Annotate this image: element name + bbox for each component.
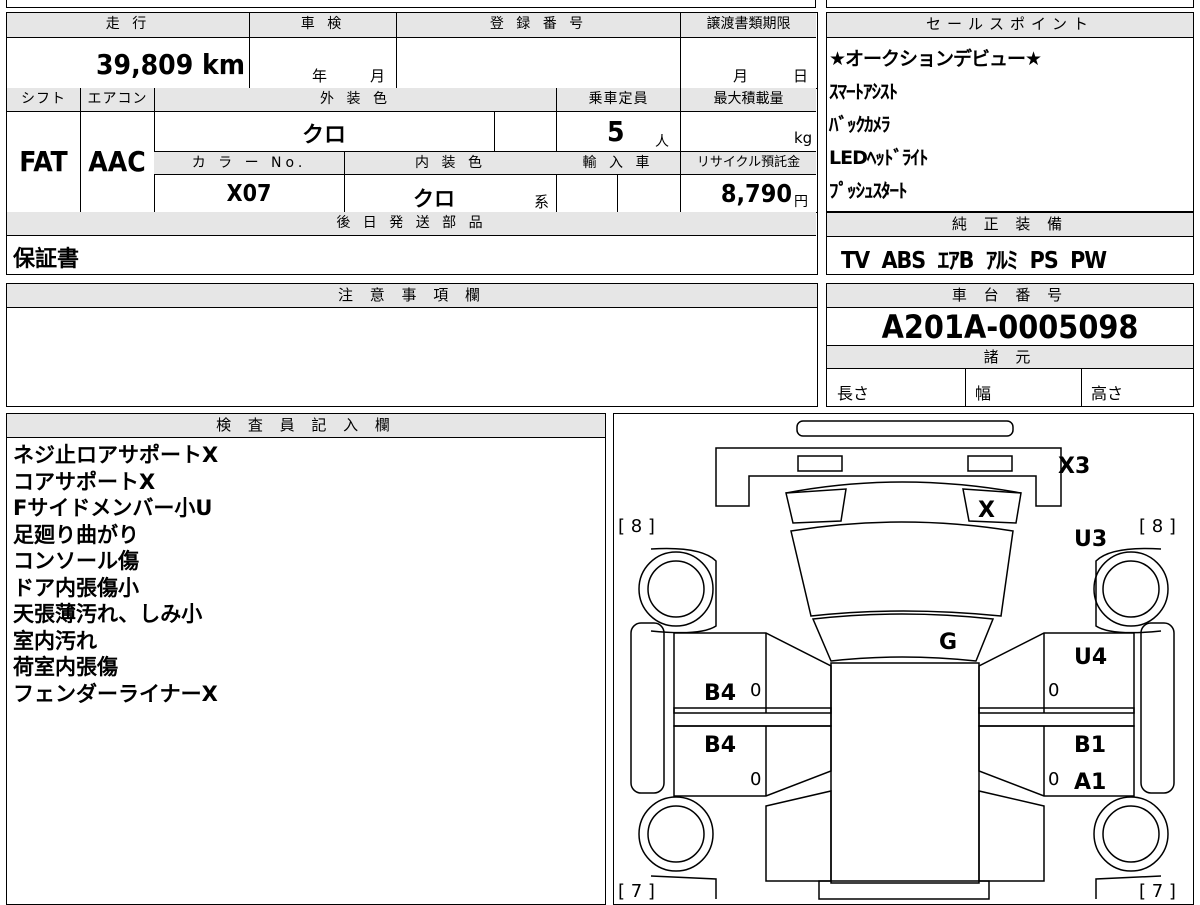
mileage-header: 走 行 <box>7 13 249 38</box>
remark-line: 室内汚れ <box>13 628 97 653</box>
shift-value: FAT <box>19 145 68 178</box>
spec-width-label: 幅 <box>975 384 992 403</box>
registration-header: 登 録 番 号 <box>396 13 680 38</box>
shift-header: シフト <box>7 88 80 112</box>
transfer-month: 月 <box>733 67 749 85</box>
notes-box: 注 意 事 項 欄 <box>6 283 818 407</box>
damage-code-left-rear-door: B4 <box>704 733 736 758</box>
sales-points-box: セールスポイント ★オークションデビュー★ ｽﾏｰﾄｱｼｽﾄ ﾊﾞｯｸｶﾒﾗ L… <box>826 12 1194 212</box>
chassis-header: 車 台 番 号 <box>827 284 1193 308</box>
equipment-box: 純 正 装 備 TV ABS ｴｱB ｱﾙﾐ PS PW <box>826 212 1194 275</box>
capacity-value: 5 <box>607 115 625 148</box>
interior-color-value: クロ <box>413 187 455 211</box>
remark-line: ドア内張傷小 <box>13 575 139 600</box>
remark-line: フェンダーライナーX <box>13 681 218 706</box>
chassis-box: 車 台 番 号 A201A-0005098 諸 元 長さ 幅 高さ <box>826 283 1194 407</box>
remark-line: 足廻り曲がり <box>13 522 139 547</box>
capacity-header: 乗車定員 <box>556 88 680 112</box>
damage-code-front-bumper: X3 <box>1058 454 1090 479</box>
capacity-unit: 人 <box>655 134 669 150</box>
sales-point-item: ﾊﾞｯｸｶﾒﾗ <box>829 114 891 136</box>
later-parts-header: 後 日 発 送 部 品 <box>7 212 816 236</box>
remark-line: コンソール傷 <box>13 549 139 573</box>
equipment-value: TV ABS ｴｱB ｱﾙﾐ PS PW <box>841 248 1107 274</box>
damage-code-right-rear-door-b: B1 <box>1074 733 1106 758</box>
rear-right-tire-depth: [ 7 ] <box>1139 881 1176 902</box>
ac-value: AAC <box>88 145 146 178</box>
inspection-header: 車 検 <box>249 13 396 38</box>
spec-length-label: 長さ <box>837 384 870 403</box>
max-load-header: 最大積載量 <box>680 88 816 112</box>
recycle-fee-unit: 円 <box>794 194 808 210</box>
sales-point-item: ★オークションデビュー★ <box>829 48 1042 70</box>
remark-line: 荷室内張傷 <box>13 655 118 679</box>
sales-points-header: セールスポイント <box>827 13 1193 38</box>
notes-header: 注 意 事 項 欄 <box>7 284 817 308</box>
exterior-color-value: クロ <box>301 123 346 148</box>
interior-color-header: 内 装 色 <box>344 151 556 175</box>
front-right-tire-depth: [ 8 ] <box>1139 516 1176 537</box>
inspector-remarks-list: ネジ止ロアサポートX コアサポートX Fサイドメンバー小U 足廻り曲がり コンソ… <box>13 442 218 707</box>
damage-diagram-box: [ 8 ] [ 8 ] [ 7 ] [ 7 ] X3 X U3 G U4 B4 … <box>613 413 1194 905</box>
transfer-day: 日 <box>793 67 809 85</box>
remark-line: ネジ止ロアサポートX <box>13 443 219 467</box>
car-diagram: [ 8 ] [ 8 ] [ 7 ] [ 7 ] X3 X U3 G U4 B4 … <box>618 420 1176 902</box>
mileage-value: 39,809 km <box>96 48 245 81</box>
front-left-tire-depth: [ 8 ] <box>618 516 655 537</box>
remark-line: Fサイドメンバー小U <box>13 496 213 520</box>
ac-header: エアコン <box>80 88 154 112</box>
color-no-value: X07 <box>226 181 272 207</box>
damage-code-right-fender: U3 <box>1074 527 1107 552</box>
vehicle-info-table: 走 行 車 検 登 録 番 号 譲渡書類期限 39,809 km 年 月 月 日… <box>6 12 818 275</box>
sales-point-item: LEDﾍｯﾄﾞﾗｲﾄ <box>829 147 928 169</box>
damage-code-headlight: X <box>978 498 995 523</box>
color-no-header: カ ラ ー No. <box>154 151 344 175</box>
interior-color-unit: 系 <box>534 193 550 211</box>
sales-points-list: ★オークションデビュー★ ｽﾏｰﾄｱｼｽﾄ ﾊﾞｯｸｶﾒﾗ LEDﾍｯﾄﾞﾗｲﾄ… <box>829 43 1042 208</box>
inspection-year: 年 <box>312 67 328 85</box>
damage-code-right-front-door: U4 <box>1074 645 1107 670</box>
transfer-deadline-header: 譲渡書類期限 <box>680 13 816 38</box>
damage-code-left-front-door: B4 <box>704 681 736 706</box>
remark-line: コアサポートX <box>13 469 156 494</box>
damage-code-windshield: G <box>939 630 957 655</box>
recycle-fee-value: 8,790 <box>720 179 792 208</box>
inspector-remarks-box: 検 査 員 記 入 欄 ネジ止ロアサポートX コアサポートX Fサイドメンバー小… <box>6 413 606 905</box>
left-rear-door-count: 0 <box>750 769 761 790</box>
max-load-unit: kg <box>794 129 813 147</box>
later-parts-value: 保証書 <box>13 247 80 272</box>
sales-point-item: ﾌﾟｯｼｭｽﾀｰﾄ <box>829 180 908 202</box>
import-header: 輸 入 車 <box>556 151 680 175</box>
equipment-header: 純 正 装 備 <box>827 213 1193 237</box>
damage-code-right-rear-door-a: A1 <box>1074 770 1106 795</box>
specs-header: 諸 元 <box>827 345 1193 369</box>
inspector-remarks-header: 検 査 員 記 入 欄 <box>7 414 605 438</box>
remark-line: 天張薄汚れ、しみ小 <box>13 602 203 626</box>
right-rear-door-count: 0 <box>1048 769 1059 790</box>
top-strip-right <box>826 0 1194 8</box>
recycle-fee-header: リサイクル預託金 <box>680 151 816 175</box>
top-strip <box>6 0 816 8</box>
right-front-door-count: 0 <box>1048 680 1059 701</box>
exterior-color-header: 外 装 色 <box>154 88 556 112</box>
sales-point-item: ｽﾏｰﾄｱｼｽﾄ <box>829 81 898 103</box>
left-front-door-count: 0 <box>750 680 761 701</box>
spec-height-label: 高さ <box>1091 384 1124 403</box>
chassis-number: A201A-0005098 <box>881 308 1139 346</box>
rear-left-tire-depth: [ 7 ] <box>618 881 655 902</box>
inspection-month: 月 <box>370 67 386 85</box>
